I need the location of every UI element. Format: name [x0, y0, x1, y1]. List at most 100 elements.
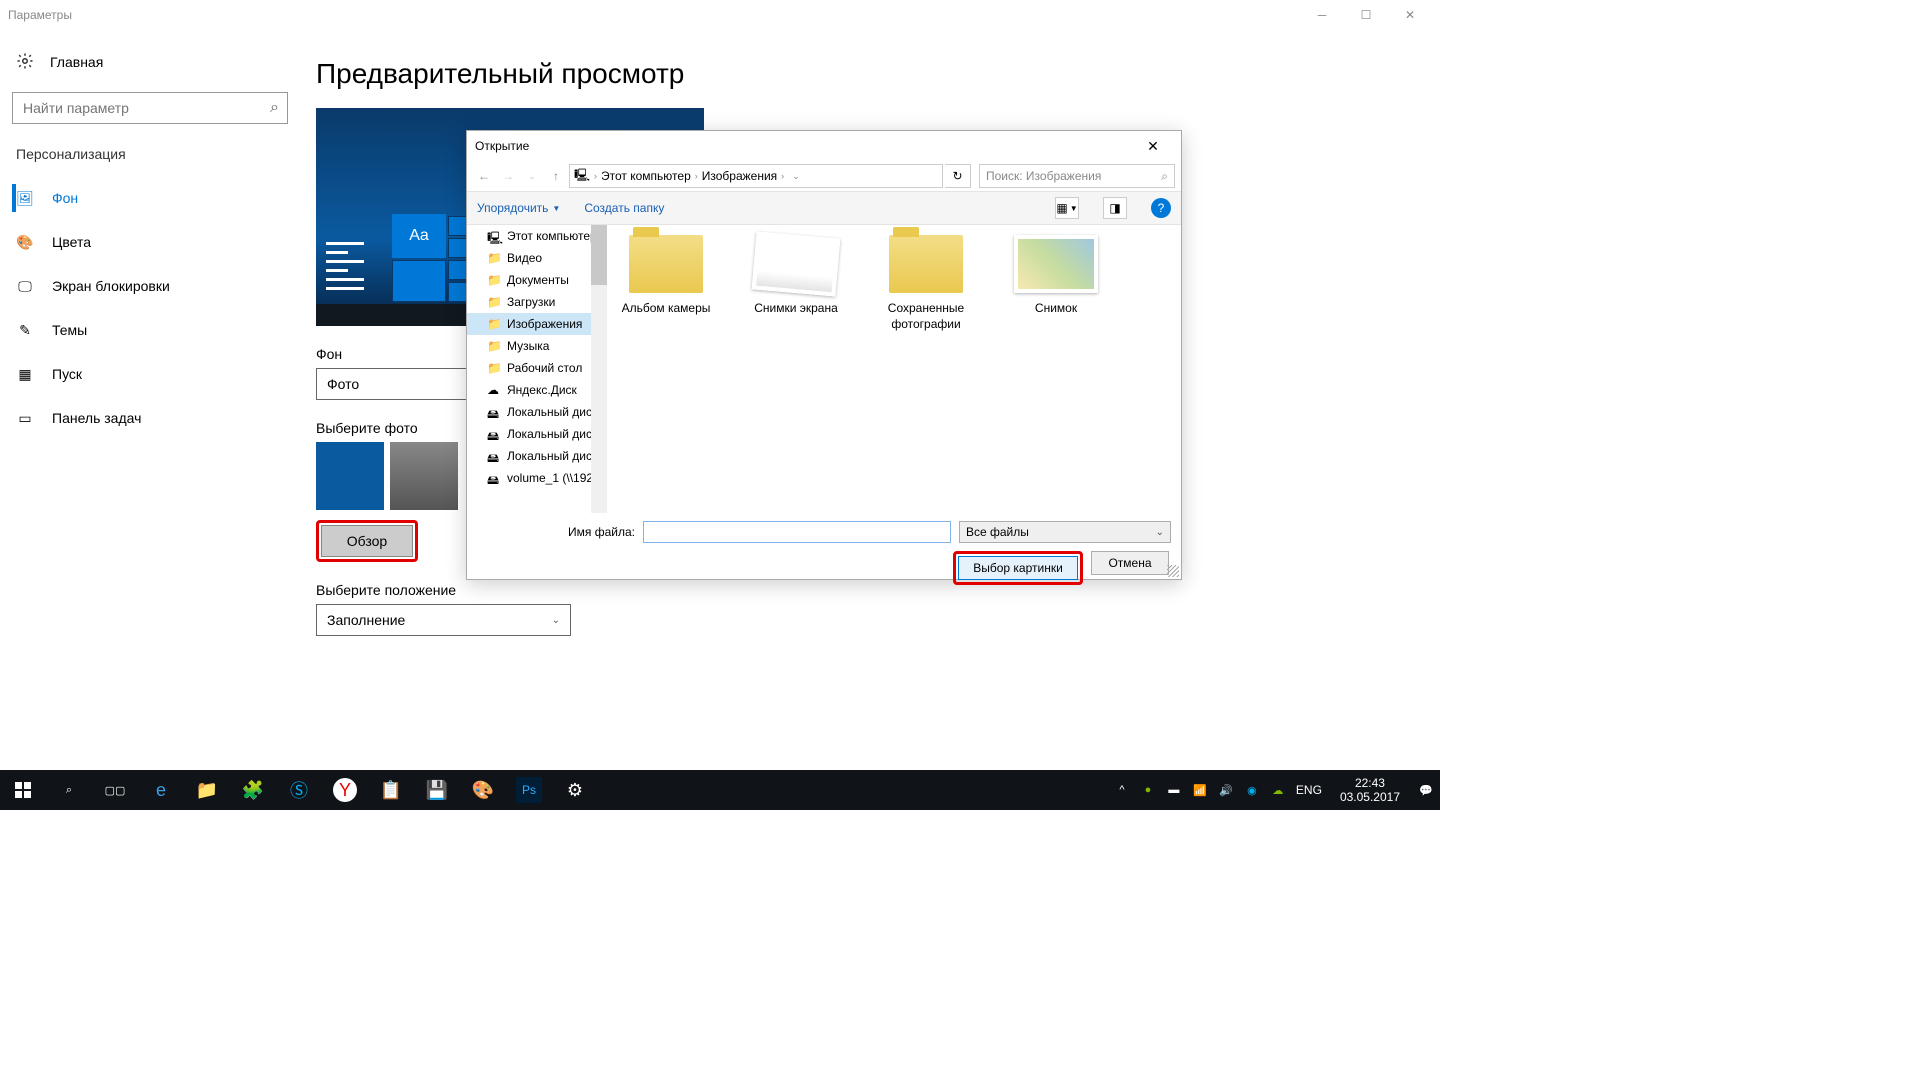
organize-menu[interactable]: Упорядочить ▼ — [477, 201, 560, 215]
dialog-close-button[interactable]: ✕ — [1133, 138, 1173, 155]
file-item[interactable]: Альбом камеры — [611, 235, 721, 315]
breadcrumb-item[interactable]: Этот компьютер — [601, 169, 691, 183]
view-mode-button[interactable]: ▦▼ — [1055, 197, 1079, 219]
home-link[interactable]: Главная — [12, 40, 300, 84]
tree-item: 📁Музыка — [467, 335, 607, 357]
highlight-browse: Обзор — [316, 520, 418, 562]
position-dropdown[interactable]: Заполнение ⌄ — [316, 604, 571, 636]
back-button[interactable]: ← — [473, 165, 495, 187]
file-item[interactable]: Снимки экрана — [741, 235, 851, 315]
scrollbar-thumb[interactable] — [591, 225, 607, 285]
tree-item: 🖴Локальный диск — [467, 423, 607, 445]
nav-background[interactable]: 🖼 Фон — [12, 176, 300, 220]
resize-grip[interactable] — [1167, 565, 1179, 577]
time: 22:43 — [1340, 776, 1400, 790]
search-button[interactable]: ⌕ — [46, 770, 92, 810]
nav-lockscreen[interactable]: 🖵 Экран блокировки — [12, 264, 300, 308]
filetype-dropdown[interactable]: Все файлы ⌄ — [959, 521, 1171, 543]
breadcrumb-item[interactable]: Изображения — [702, 169, 777, 183]
photo-thumb[interactable] — [390, 442, 458, 510]
search-icon: ⌕ — [1161, 169, 1168, 184]
address-bar[interactable]: 🖳 › Этот компьютер › Изображения › ⌄ — [569, 164, 943, 188]
browse-button[interactable]: Обзор — [321, 525, 413, 557]
nav-label: Фон — [52, 190, 78, 206]
taskbar-app[interactable]: 💾 — [414, 770, 460, 810]
picture-icon: 🖼 — [16, 190, 34, 207]
bg-value: Фото — [327, 376, 359, 392]
search-icon: ⌕ — [270, 99, 279, 117]
taskbar-app-skype[interactable]: Ⓢ — [276, 770, 322, 810]
preview-sample-text: Aa — [392, 214, 446, 258]
recent-button[interactable]: ⌄ — [521, 165, 543, 187]
palette-icon: 🎨 — [16, 234, 34, 251]
notifications-icon[interactable]: 💬 — [1418, 782, 1434, 798]
taskbar-app-paint[interactable]: 🎨 — [460, 770, 506, 810]
taskbar-app[interactable]: 📋 — [368, 770, 414, 810]
task-view-button[interactable]: ▢▢ — [92, 770, 138, 810]
tray-chevron-icon[interactable]: ^ — [1114, 782, 1130, 798]
tree-item: 🖴Локальный диск — [467, 401, 607, 423]
close-button[interactable]: ✕ — [1388, 1, 1432, 29]
position-value: Заполнение — [327, 612, 405, 628]
search-box[interactable]: ⌕ — [12, 92, 288, 124]
taskbar-app[interactable]: 🧩 — [230, 770, 276, 810]
tree-item: 📁Загрузки — [467, 291, 607, 313]
file-list: Альбом камеры Снимки экрана Сохраненные … — [607, 225, 1181, 513]
tray-icon[interactable]: ◉ — [1244, 782, 1260, 798]
nav-label: Пуск — [52, 366, 82, 382]
search-icon: ⌕ — [66, 784, 72, 797]
open-button[interactable]: Выбор картинки — [958, 556, 1078, 580]
nav-colors[interactable]: 🎨 Цвета — [12, 220, 300, 264]
taskbar-app-photoshop[interactable]: Ps — [516, 777, 542, 803]
nav-start[interactable]: ▦ Пуск — [12, 352, 300, 396]
preview-pane-button[interactable]: ◨ — [1103, 197, 1127, 219]
home-label: Главная — [50, 54, 103, 70]
language-indicator[interactable]: ENG — [1296, 783, 1322, 797]
settings-window: Параметры ─ ☐ ✕ Главная ⌕ Персонализация… — [0, 0, 1440, 810]
wifi-icon[interactable]: 📶 — [1192, 782, 1208, 798]
dialog-titlebar: Открытие ✕ — [467, 131, 1181, 161]
dialog-toolbar: Упорядочить ▼ Создать папку ▦▼ ◨ ? — [467, 191, 1181, 225]
pc-icon: 🖳 — [574, 166, 590, 187]
new-folder-button[interactable]: Создать папку — [584, 201, 664, 215]
volume-icon[interactable]: 🔊 — [1218, 782, 1234, 798]
system-tray: ^ ● ▬ 📶 🔊 ◉ ☁ ENG 22:43 03.05.2017 💬 — [1108, 776, 1440, 805]
up-button[interactable]: ↑ — [545, 165, 567, 187]
lockscreen-icon: 🖵 — [16, 278, 34, 295]
filename-input[interactable] — [643, 521, 951, 543]
forward-button[interactable]: → — [497, 165, 519, 187]
nav-label: Цвета — [52, 234, 91, 250]
section-label: Персонализация — [12, 140, 300, 176]
nav-taskbar[interactable]: ▭ Панель задач — [12, 396, 300, 440]
tray-icon[interactable]: ● — [1140, 782, 1156, 798]
tray-icon[interactable]: ☁ — [1270, 782, 1286, 798]
titlebar: Параметры ─ ☐ ✕ — [0, 0, 1440, 30]
taskbar-app-yandex[interactable]: Y — [333, 778, 357, 802]
taskbar-app-settings[interactable]: ⚙ — [552, 770, 598, 810]
clock[interactable]: 22:43 03.05.2017 — [1332, 776, 1408, 805]
tree-item: 🖴Локальный диск — [467, 445, 607, 467]
minimize-button[interactable]: ─ — [1300, 1, 1344, 29]
start-icon: ▦ — [16, 366, 34, 383]
taskbar-app-explorer[interactable]: 📁 — [184, 770, 230, 810]
taskbar-app-edge[interactable]: e — [138, 770, 184, 810]
sidebar: Главная ⌕ Персонализация 🖼 Фон 🎨 Цвета 🖵… — [0, 30, 300, 770]
refresh-button[interactable]: ↻ — [945, 164, 971, 188]
help-button[interactable]: ? — [1151, 198, 1171, 218]
file-item[interactable]: Сохраненные фотографии — [871, 235, 981, 332]
chevron-down-icon[interactable]: ⌄ — [792, 171, 800, 182]
tree-item: 🖴volume_1 (\\192 — [467, 467, 607, 489]
highlight-open: Выбор картинки — [953, 551, 1083, 585]
search-input[interactable] — [21, 99, 270, 117]
photo-thumb[interactable] — [316, 442, 384, 510]
cancel-button[interactable]: Отмена — [1091, 551, 1169, 575]
folder-tree[interactable]: 🖳Этот компьютер 📁Видео 📁Документы 📁Загру… — [467, 225, 607, 513]
file-item[interactable]: Снимок — [1001, 235, 1111, 315]
tray-icon[interactable]: ▬ — [1166, 782, 1182, 798]
gear-icon — [16, 52, 34, 73]
nav-themes[interactable]: ✎ Темы — [12, 308, 300, 352]
maximize-button[interactable]: ☐ — [1344, 1, 1388, 29]
start-button[interactable] — [0, 770, 46, 810]
dialog-search[interactable]: Поиск: Изображения ⌕ — [979, 164, 1175, 188]
window-title: Параметры — [8, 8, 72, 22]
